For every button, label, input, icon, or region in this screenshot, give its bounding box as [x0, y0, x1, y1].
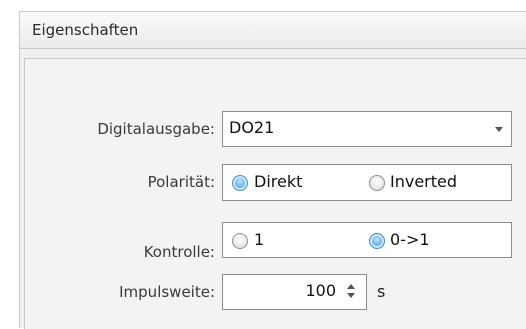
pulse-width-unit: s: [377, 282, 386, 301]
pulse-width-label: Impulsweite:: [119, 283, 215, 301]
radio-control-0-to-1[interactable]: [369, 233, 385, 249]
pulse-width-value: 100: [305, 281, 336, 300]
panel-header: Eigenschaften: [20, 12, 526, 49]
radio-direkt-label[interactable]: Direkt: [254, 172, 302, 191]
spin-up-icon[interactable]: [347, 284, 355, 289]
polarity-group: Direkt Inverted: [222, 164, 512, 201]
radio-control-1[interactable]: [232, 233, 248, 249]
properties-panel: Eigenschaften Digitalausgabe: DO21 Polar…: [19, 11, 526, 329]
digital-output-value: DO21: [229, 118, 275, 137]
chevron-down-icon[interactable]: [495, 127, 503, 132]
radio-inverted[interactable]: [369, 175, 385, 191]
radio-control-0-to-1-label[interactable]: 0->1: [390, 230, 430, 249]
panel-body: Digitalausgabe: DO21 Polarität: Direkt I…: [24, 58, 526, 329]
digital-output-label: Digitalausgabe:: [97, 120, 215, 138]
radio-inverted-label[interactable]: Inverted: [390, 172, 457, 191]
digital-output-select[interactable]: DO21: [222, 111, 512, 147]
control-group: 1 0->1: [222, 222, 512, 258]
panel-title: Eigenschaften: [32, 21, 139, 39]
control-label: Kontrolle:: [143, 243, 215, 261]
radio-direkt[interactable]: [232, 175, 248, 191]
pulse-width-spinbox[interactable]: 100: [222, 274, 367, 310]
radio-control-1-label[interactable]: 1: [254, 230, 264, 249]
polarity-label: Polarität:: [147, 173, 215, 191]
spin-down-icon[interactable]: [347, 293, 355, 298]
